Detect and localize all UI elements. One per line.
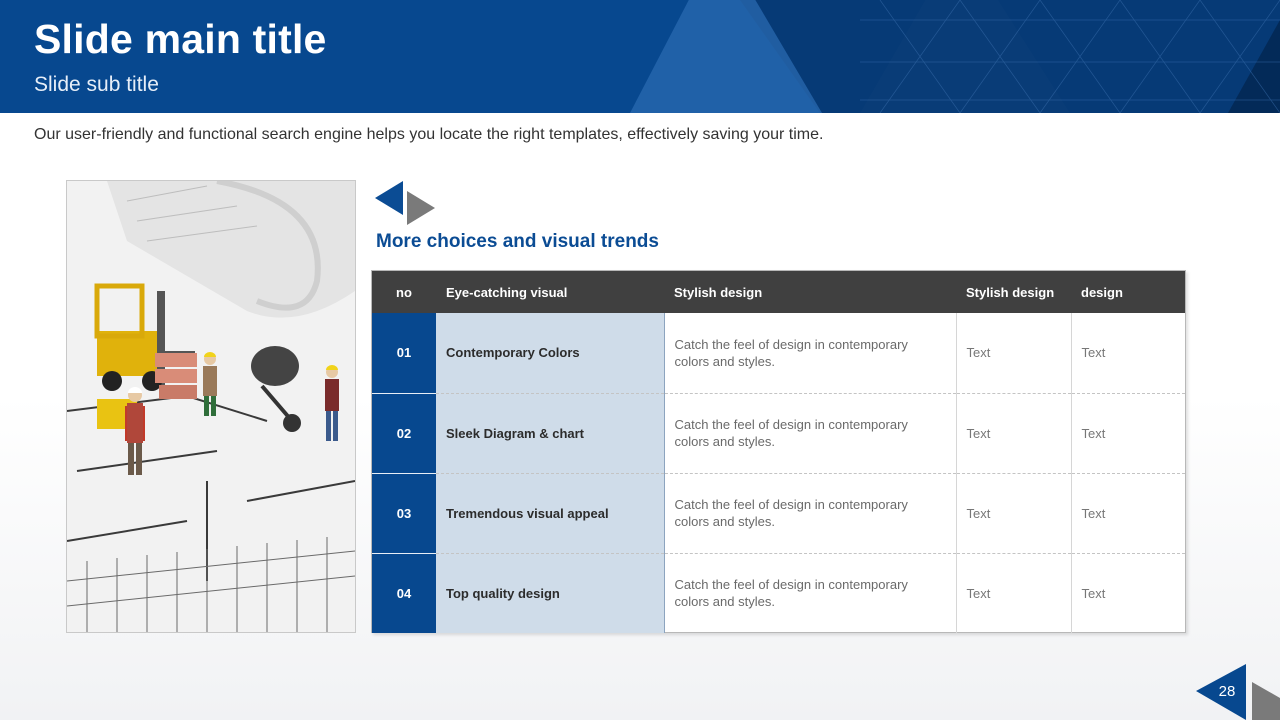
row-visual: Tremendous visual appeal [436,472,665,553]
slide-main-title: Slide main title [34,16,327,62]
column-header-stylish-design: Stylish design [664,271,956,313]
row-text-2: Text [1081,345,1106,361]
row-text-1: Text [956,392,1072,473]
row-text-2: Text [1071,472,1185,553]
row-text-1: Text [956,472,1072,553]
row-text-1: Text [956,552,1072,633]
features-table-grid: no Eye-catching visual Stylish design St… [372,271,1185,633]
intro-text: Our user-friendly and functional search … [34,126,824,143]
row-visual: Contemporary Colors [436,313,665,393]
row-text-2: Text [1071,392,1185,473]
features-table: no Eye-catching visual Stylish design St… [371,270,1186,633]
row-number: 04 [372,552,436,633]
column-header-design: design [1071,271,1185,313]
column-header-visual: Eye-catching visual [436,271,664,313]
table-row: 02 Sleek Diagram & chart Catch the feel … [372,392,1185,473]
header-band: Slide main title Slide sub title [0,0,1280,113]
construction-photo [66,180,356,633]
row-description: Catch the feel of design in contemporary… [664,392,957,473]
table-row: 04 Top quality design Catch the feel of … [372,552,1185,633]
table-row: 03 Tremendous visual appeal Catch the fe… [372,472,1185,553]
section-heading: More choices and visual trends [376,231,659,252]
row-number: 02 [372,392,436,473]
table-row: 01 Contemporary Colors Catch the feel of… [372,313,1185,393]
row-description: Catch the feel of design in contemporary… [664,472,957,553]
construction-blueprint-illustration [67,181,355,632]
row-visual: Top quality design [436,552,665,633]
column-header-stylish-design-2: Stylish design [956,271,1071,313]
row-number: 01 [372,313,436,393]
column-header-no: no [372,271,436,313]
row-text-1: Text [956,313,1072,393]
row-number: 03 [372,472,436,553]
double-triangle-icon [375,181,435,225]
table-header-row: no Eye-catching visual Stylish design St… [372,271,1185,313]
row-description: Catch the feel of design in contemporary… [664,552,957,633]
row-visual: Sleek Diagram & chart [436,392,665,473]
slide-sub-title: Slide sub title [34,73,159,96]
page-number: 28 [1218,683,1236,700]
row-description: Catch the feel of design in contemporary… [664,313,957,393]
row-text-2: Text [1071,552,1185,633]
